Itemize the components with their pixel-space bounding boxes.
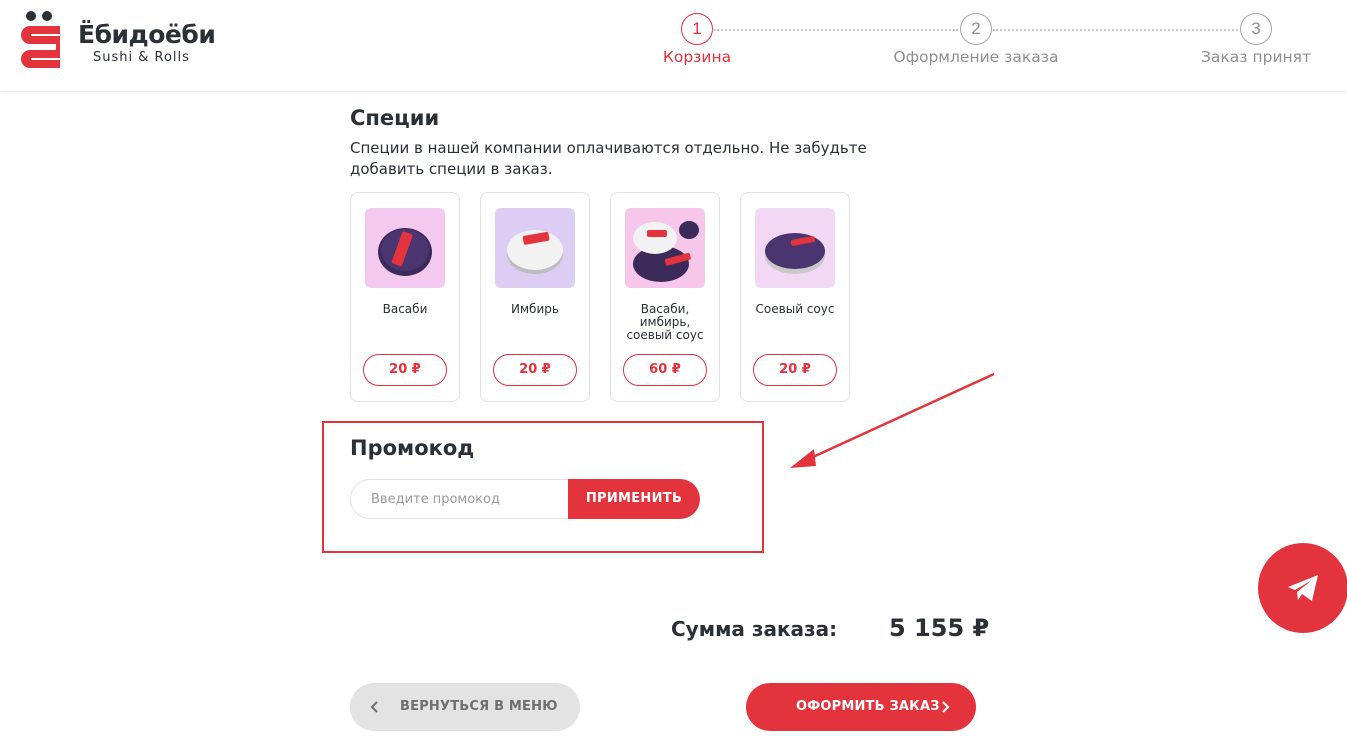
back-to-menu-button[interactable]: ВЕРНУТЬСЯ В МЕНЮ — [350, 683, 580, 731]
promo-code-input[interactable] — [351, 480, 581, 518]
soy-sauce-package-icon — [755, 208, 835, 288]
chevron-right-icon — [942, 701, 950, 713]
spice-name: Имбирь — [511, 302, 559, 316]
spice-name: Васаби, имбирь, соевый соус — [626, 302, 704, 342]
promo-apply-button[interactable]: ПРИМЕНИТЬ — [568, 479, 700, 519]
place-order-button[interactable]: ОФОРМИТЬ ЗАКАЗ — [746, 683, 976, 731]
place-order-label: ОФОРМИТЬ ЗАКАЗ — [796, 699, 940, 714]
order-total-label: Сумма заказа: — [671, 617, 838, 641]
promo-title: Промокод — [350, 436, 475, 460]
step-2-label: Оформление заказа — [893, 48, 1059, 66]
header: Ёбидоёби Sushi & Rolls 1 Корзина 2 Оформ… — [0, 0, 1347, 92]
spices-title: Специи — [350, 106, 440, 130]
spice-card-combo[interactable]: Васаби, имбирь, соевый соус 60 ₽ — [610, 192, 720, 402]
spices-description: Специи в нашей компании оплачиваются отд… — [350, 139, 867, 178]
spice-name: Васаби — [382, 302, 428, 316]
telegram-chat-button[interactable] — [1258, 543, 1347, 633]
spice-name: Соевый соус — [755, 302, 835, 316]
step-3-label: Заказ принят — [1201, 48, 1311, 66]
back-to-menu-label: ВЕРНУТЬСЯ В МЕНЮ — [400, 699, 558, 714]
annotation-arrow-icon — [790, 372, 995, 468]
step-connector — [993, 29, 1238, 31]
step-connector — [714, 29, 958, 31]
step-1-label: Корзина — [662, 48, 732, 66]
spice-card-wasabi[interactable]: Васаби 20 ₽ — [350, 192, 460, 402]
promo-input-wrapper — [350, 479, 582, 519]
step-2-number: 2 — [960, 13, 992, 45]
chevron-left-icon — [370, 701, 378, 713]
spice-add-button[interactable]: 20 ₽ — [363, 354, 447, 386]
order-total-value: 5 155 ₽ — [889, 614, 990, 642]
combo-package-icon — [625, 208, 705, 288]
telegram-plane-icon — [1288, 575, 1318, 601]
step-1-number: 1 — [681, 13, 713, 45]
spice-add-button[interactable]: 60 ₽ — [623, 354, 707, 386]
spice-card-ginger[interactable]: Имбирь 20 ₽ — [480, 192, 590, 402]
spice-add-button[interactable]: 20 ₽ — [493, 354, 577, 386]
ginger-package-icon — [495, 208, 575, 288]
step-3-number: 3 — [1240, 13, 1272, 45]
checkout-steps: 1 Корзина 2 Оформление заказа 3 Заказ пр… — [0, 0, 1347, 92]
wasabi-package-icon — [365, 208, 445, 288]
